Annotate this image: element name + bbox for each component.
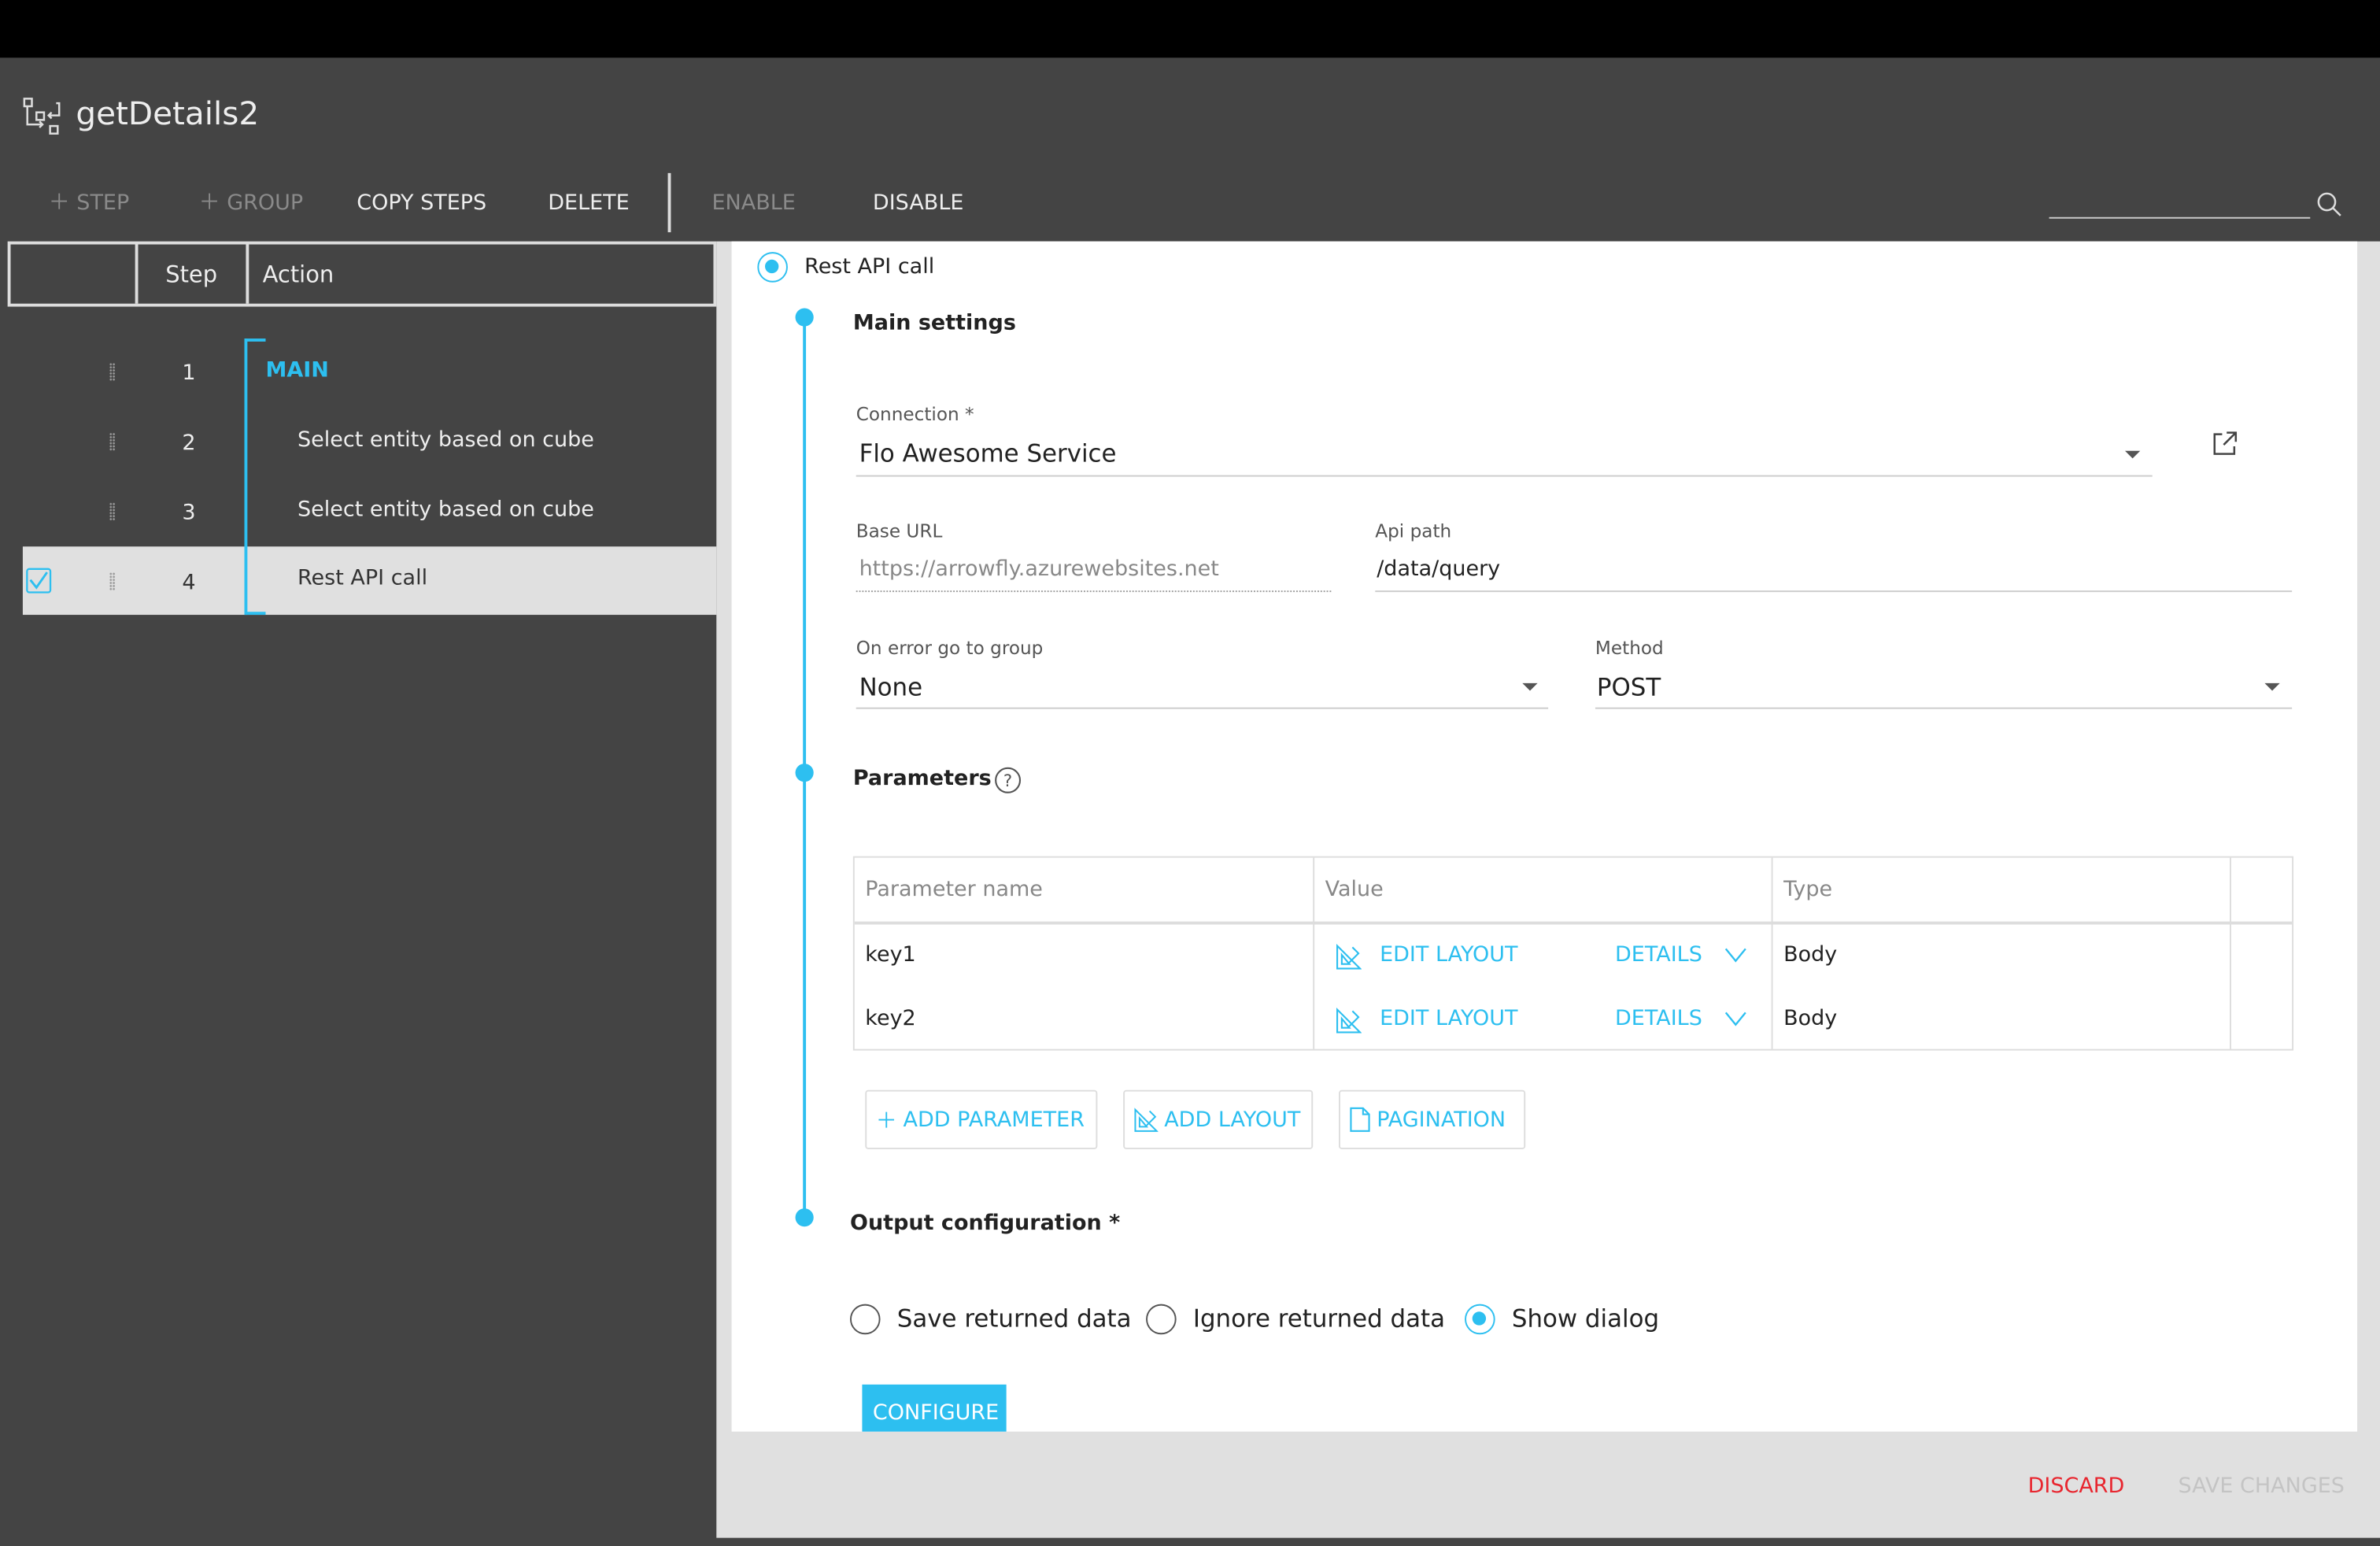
- plus-icon: ＋: [875, 1108, 897, 1134]
- timeline-dot: [795, 308, 814, 327]
- section-main-settings: Main settings: [852, 311, 1016, 336]
- add-step-button[interactable]: ＋ STEP: [49, 193, 130, 214]
- delete-button[interactable]: DELETE: [548, 193, 630, 214]
- parameter-type: Body: [1783, 1006, 1838, 1031]
- group-bracket-bottom: [244, 612, 266, 616]
- step-number: 2: [182, 431, 196, 456]
- base-url-label: Base URL: [856, 520, 943, 542]
- on-error-label: On error go to group: [856, 637, 1044, 659]
- discard-button[interactable]: DISCARD: [2028, 1476, 2125, 1497]
- on-error-value: None: [859, 672, 923, 701]
- drag-handle-icon[interactable]: [109, 362, 116, 382]
- timeline-dot: [795, 1208, 814, 1227]
- steps-table-header: Step Action: [7, 241, 717, 307]
- add-group-button[interactable]: ＋ GROUP: [199, 193, 304, 214]
- step-action: MAIN: [265, 358, 329, 383]
- flow-icon: [23, 98, 61, 135]
- add-layout-label: ADD LAYOUT: [1164, 1107, 1301, 1132]
- step-number: 1: [182, 361, 196, 386]
- pagination-button[interactable]: PAGINATION: [1338, 1089, 1526, 1149]
- parameter-type: Body: [1783, 942, 1838, 967]
- drag-handle-icon[interactable]: [109, 432, 116, 451]
- chevron-down-icon: [2264, 682, 2280, 691]
- show-dialog-label: Show dialog: [1511, 1304, 1660, 1333]
- group-bracket-top: [244, 338, 266, 342]
- copy-steps-button[interactable]: COPY STEPS: [357, 193, 486, 214]
- pagination-label: PAGINATION: [1377, 1107, 1506, 1132]
- step-type-label: Rest API call: [804, 254, 935, 279]
- base-url-value: https://arrowfly.azurewebsites.net: [859, 557, 1219, 582]
- chevron-down-icon[interactable]: [1724, 1011, 1747, 1026]
- search-input[interactable]: [2049, 188, 2311, 219]
- parameter-name: key1: [865, 942, 916, 967]
- connection-label: Connection *: [856, 403, 974, 425]
- base-url-underline: [856, 590, 1332, 593]
- ignore-returned-data-radio[interactable]: [1146, 1304, 1177, 1335]
- save-changes-button[interactable]: SAVE CHANGES: [2178, 1476, 2344, 1497]
- step-action: Rest API call: [297, 566, 428, 591]
- top-bar: [0, 0, 2380, 58]
- connection-value: Flo Awesome Service: [859, 438, 1117, 468]
- add-layout-button[interactable]: ADD LAYOUT: [1123, 1089, 1314, 1149]
- help-icon[interactable]: ?: [994, 767, 1022, 794]
- layout-icon: [1336, 1007, 1362, 1034]
- section-parameters: Parameters: [852, 766, 992, 791]
- api-path-label: Api path: [1375, 520, 1452, 542]
- show-dialog-radio[interactable]: [1465, 1304, 1495, 1335]
- chevron-down-icon[interactable]: [1724, 947, 1747, 963]
- add-parameter-button[interactable]: ＋ ADD PARAMETER: [865, 1089, 1098, 1149]
- step-action: Select entity based on cube: [297, 427, 594, 453]
- drag-handle-icon[interactable]: [109, 502, 116, 521]
- api-path-value: /data/query: [1377, 557, 1501, 582]
- add-step-label: STEP: [76, 190, 130, 216]
- configure-button[interactable]: CONFIGURE: [862, 1384, 1007, 1432]
- group-bracket: [244, 338, 248, 616]
- page-title: getDetails2: [76, 95, 260, 132]
- method-label: Method: [1595, 637, 1664, 659]
- add-parameter-label: ADD PARAMETER: [903, 1107, 1085, 1132]
- header-value: Value: [1325, 877, 1384, 902]
- parameter-name: key2: [865, 1006, 916, 1031]
- section-output-configuration: Output configuration *: [849, 1211, 1121, 1236]
- svg-text:?: ?: [1003, 771, 1012, 791]
- document-icon: [1350, 1107, 1370, 1132]
- layout-icon: [1336, 943, 1362, 970]
- step-number: 4: [182, 571, 196, 595]
- enable-button[interactable]: ENABLE: [711, 193, 795, 214]
- save-returned-data-radio[interactable]: [849, 1304, 881, 1335]
- step-type-radio[interactable]: [757, 252, 788, 283]
- search-icon[interactable]: [2316, 191, 2342, 217]
- detail-card: [731, 241, 2358, 1432]
- external-link-icon[interactable]: [2213, 431, 2238, 456]
- method-value: POST: [1596, 672, 1661, 701]
- details-button[interactable]: DETAILS: [1615, 945, 1702, 966]
- layout-icon: [1134, 1108, 1159, 1132]
- add-group-label: GROUP: [227, 190, 304, 216]
- header-action: Action: [262, 261, 334, 289]
- row-checkbox[interactable]: [26, 568, 52, 594]
- drag-handle-icon[interactable]: [109, 572, 116, 591]
- details-button[interactable]: DETAILS: [1615, 1008, 1702, 1030]
- edit-layout-button[interactable]: EDIT LAYOUT: [1380, 945, 1517, 966]
- ignore-returned-data-label: Ignore returned data: [1192, 1304, 1446, 1333]
- header-type: Type: [1783, 877, 1833, 902]
- step-action: Select entity based on cube: [297, 497, 594, 523]
- edit-layout-button[interactable]: EDIT LAYOUT: [1380, 1008, 1517, 1030]
- toolbar-divider: [667, 172, 671, 233]
- timeline-dot: [795, 764, 814, 782]
- chevron-down-icon: [2124, 450, 2141, 459]
- step-number: 3: [182, 501, 196, 526]
- header-step: Step: [165, 261, 218, 289]
- header-parameter-name: Parameter name: [865, 877, 1043, 902]
- disable-button[interactable]: DISABLE: [873, 193, 964, 214]
- save-returned-data-label: Save returned data: [896, 1304, 1132, 1333]
- parameters-table: [852, 856, 2294, 1051]
- chevron-down-icon: [1522, 682, 1538, 691]
